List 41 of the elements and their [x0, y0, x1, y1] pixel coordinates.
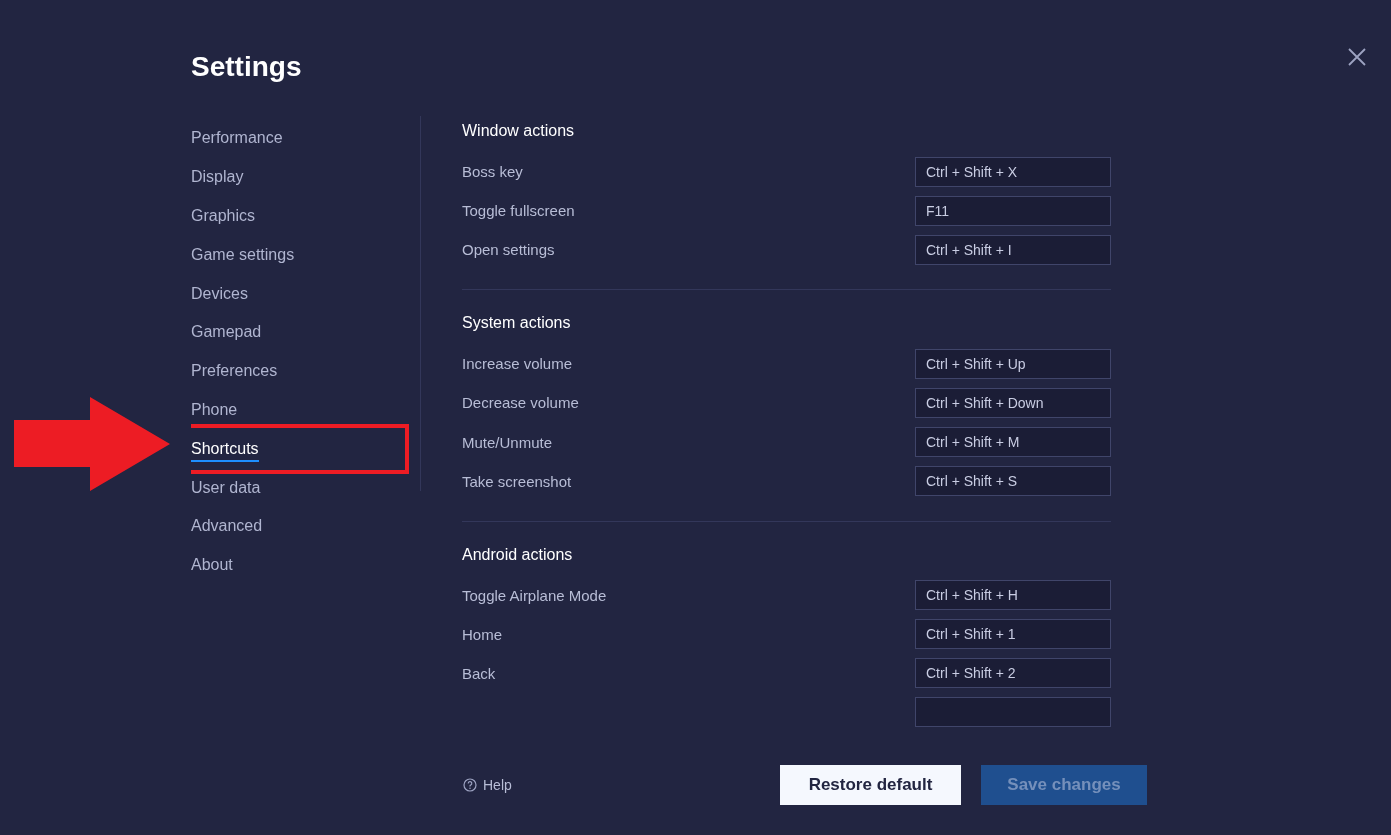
shortcut-field[interactable]: Ctrl + Shift + I [915, 234, 1111, 265]
sidebar-item[interactable]: Advanced [191, 515, 263, 540]
shortcut-field[interactable]: Ctrl + Shift + Up [915, 348, 1111, 379]
section-heading: Window actions [462, 121, 576, 141]
sidebar-item[interactable]: Devices [191, 282, 248, 307]
shortcut-label: Home [462, 625, 502, 643]
section-heading: System actions [462, 313, 572, 334]
help-icon[interactable] [463, 778, 477, 792]
sidebar-item[interactable]: Phone [191, 398, 238, 423]
shortcut-field[interactable]: Ctrl + Shift + Down [915, 387, 1111, 418]
shortcut-field[interactable]: Ctrl + Shift + S [915, 466, 1111, 497]
sidebar-item[interactable]: About [191, 554, 233, 579]
shortcut-field[interactable]: Ctrl + Shift + 1 [915, 619, 1111, 650]
shortcut-label: Open settings [462, 241, 555, 259]
shortcut-field[interactable]: Ctrl + Shift + M [915, 427, 1111, 457]
shortcut-label: Toggle fullscreen [462, 202, 575, 220]
shortcut-label: Back [462, 664, 496, 682]
sidebar-item[interactable]: Gamepad [191, 321, 262, 346]
shortcut-field[interactable]: Ctrl + Shift + X [915, 156, 1111, 187]
shortcut-label: Increase volume [462, 355, 573, 373]
shortcut-field[interactable]: F11 [915, 195, 1111, 226]
window-title: Settings [191, 50, 302, 84]
sidebar-item[interactable]: Display [191, 166, 244, 191]
shortcut-field[interactable] [915, 697, 1111, 728]
shortcut-label: Boss key [462, 163, 523, 181]
sidebar-item[interactable]: Shortcuts [191, 437, 259, 462]
help-link[interactable]: Help [483, 777, 512, 793]
shortcut-field[interactable]: Ctrl + Shift + H [915, 580, 1111, 611]
shortcut-label: Toggle Airplane Mode [462, 586, 607, 604]
restore-button[interactable]: Restore default [780, 765, 961, 805]
shortcut-label: Mute/Unmute [462, 433, 553, 451]
sidebar-item[interactable]: Performance [191, 127, 283, 152]
shortcut-label: Take screenshot [462, 472, 572, 490]
sidebar-item[interactable]: User data [191, 476, 261, 501]
close-icon[interactable] [1348, 48, 1366, 66]
sidebar-item[interactable]: Game settings [191, 243, 295, 268]
shortcut-label: Decrease volume [462, 394, 579, 412]
section-heading: Android actions [462, 544, 574, 565]
sidebar-item[interactable]: Graphics [191, 205, 256, 229]
sidebar-item[interactable]: Preferences [191, 360, 278, 385]
shortcut-field[interactable]: Ctrl + Shift + 2 [915, 658, 1111, 689]
